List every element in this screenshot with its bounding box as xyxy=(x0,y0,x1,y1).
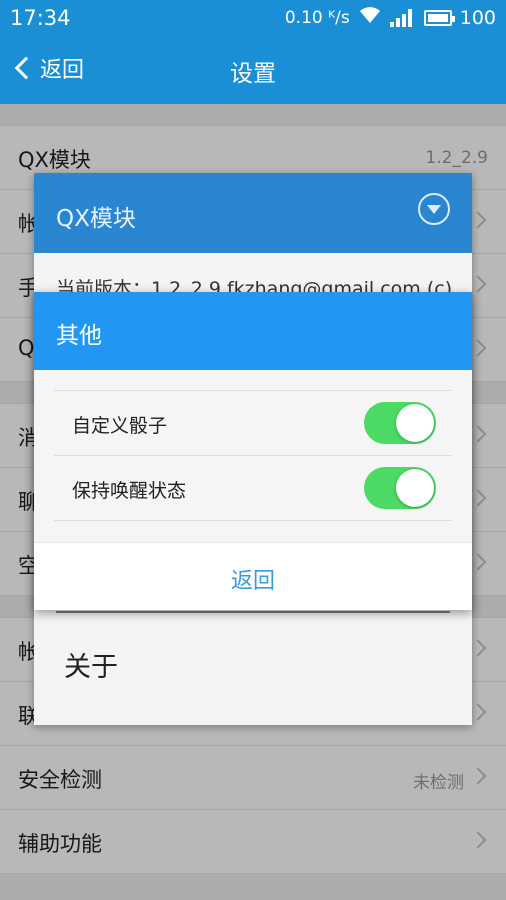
dialog-header: QX模块 xyxy=(34,173,472,253)
dialog-footer: 返回 xyxy=(34,542,472,610)
battery-icon xyxy=(423,9,455,26)
status-bar: 17:34 0.10 ᴷ/s 100 xyxy=(0,0,506,36)
divider xyxy=(56,611,450,613)
wifi-icon xyxy=(358,6,382,29)
page-title: 设置 xyxy=(230,61,276,87)
about-item[interactable]: 关于 xyxy=(64,645,118,684)
other-dialog: 其他 自定义骰子 保持唤醒状态 返回 xyxy=(34,292,472,610)
signal-icon xyxy=(389,8,416,27)
dialog-title: 其他 xyxy=(56,323,102,349)
dialog-header: 其他 xyxy=(34,292,472,370)
option-custom-dice[interactable]: 自定义骰子 xyxy=(54,391,452,456)
dialog-title: QX模块 xyxy=(56,206,136,232)
option-label: 自定义骰子 xyxy=(72,415,168,437)
toggle-knob xyxy=(396,469,434,507)
nav-bar: 返回 设置 xyxy=(0,36,506,104)
status-right: 0.10 ᴷ/s 100 xyxy=(285,6,496,29)
option-label: 保持唤醒状态 xyxy=(72,480,187,502)
battery-level: 100 xyxy=(459,6,496,29)
custom-dice-toggle[interactable] xyxy=(364,402,436,444)
toggle-knob xyxy=(396,404,434,442)
option-keep-awake[interactable]: 保持唤醒状态 xyxy=(54,456,452,521)
status-time: 17:34 xyxy=(10,6,71,30)
options-list: 自定义骰子 保持唤醒状态 xyxy=(54,390,452,521)
chevron-down-circle-icon[interactable] xyxy=(418,193,450,225)
keep-awake-toggle[interactable] xyxy=(364,467,436,509)
network-speed: 0.10 ᴷ/s xyxy=(284,7,350,28)
back-button-dialog[interactable]: 返回 xyxy=(231,563,275,595)
